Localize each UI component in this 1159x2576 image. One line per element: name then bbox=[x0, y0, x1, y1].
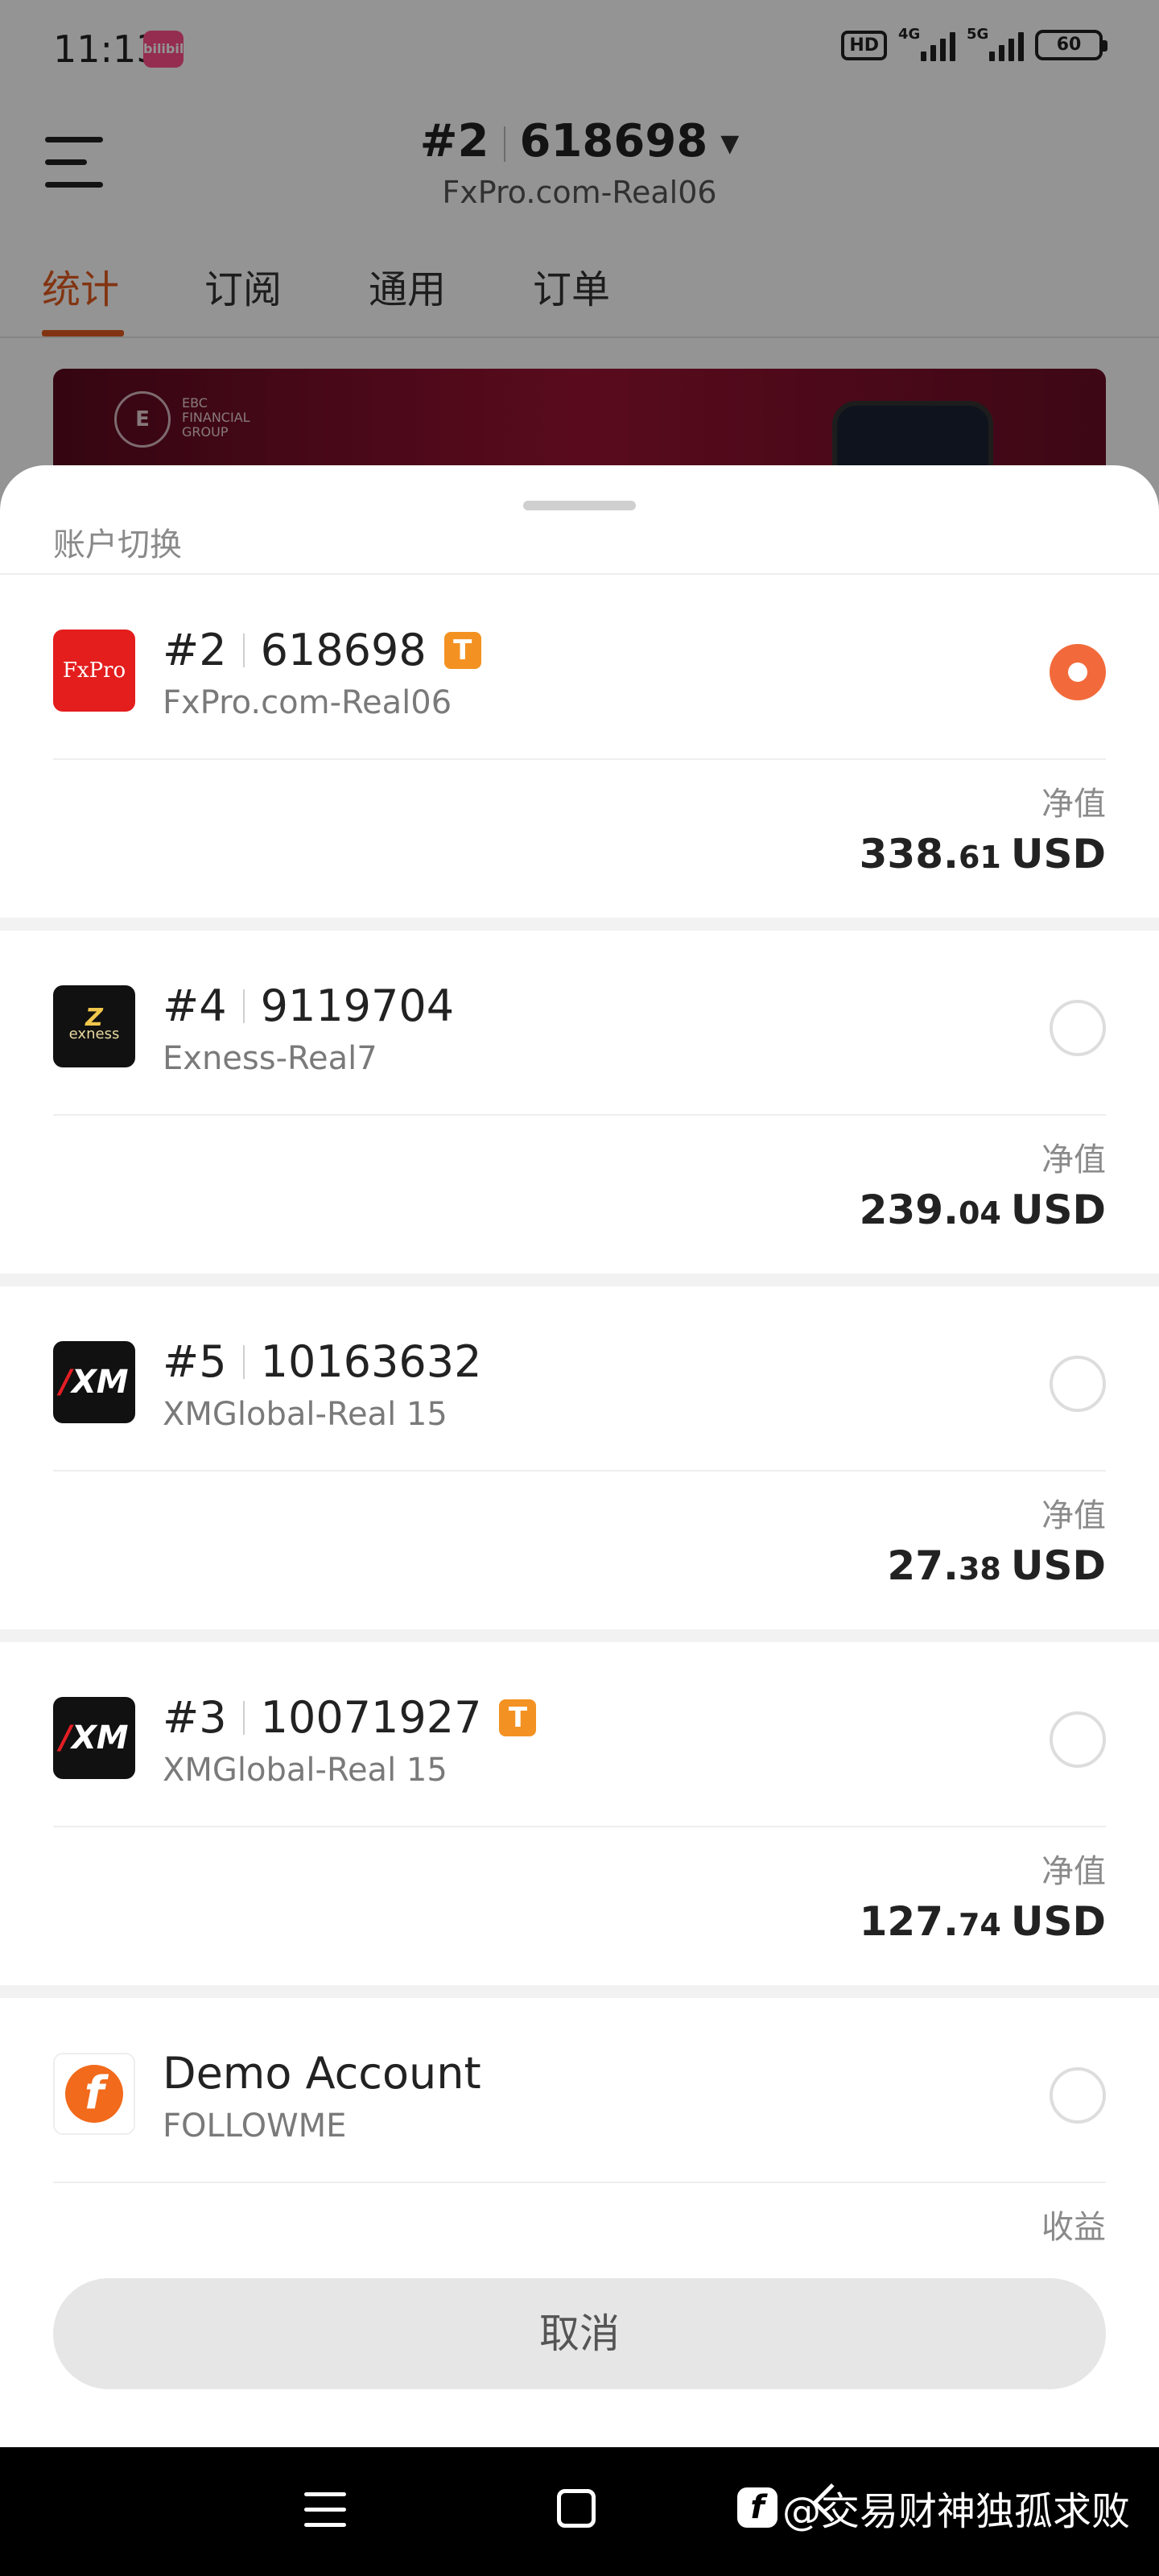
divider bbox=[53, 1470, 1106, 1472]
cancel-button[interactable]: 取消 bbox=[53, 2278, 1106, 2389]
account-radio[interactable] bbox=[1050, 1000, 1106, 1056]
trader-badge: T bbox=[499, 1699, 537, 1736]
trader-badge: T bbox=[443, 631, 481, 669]
metric-label: 净值 bbox=[1041, 1141, 1106, 1179]
account-radio[interactable] bbox=[1050, 1356, 1106, 1412]
exness-logo: Zexness bbox=[53, 985, 135, 1067]
sheet-title: 账户切换 bbox=[53, 526, 182, 564]
account-switch-sheet: 账户切换 FxPro #2 618698 T FxPro.com-Real06 净值… bbox=[0, 465, 1159, 2447]
divider bbox=[53, 758, 1106, 760]
divider bbox=[53, 1826, 1106, 1827]
equity-value: 27.38 USD bbox=[887, 1542, 1106, 1589]
account-item[interactable]: FxPro #2 618698 T FxPro.com-Real06 净值 338.… bbox=[0, 575, 1159, 932]
equity-value: 338.61 USD bbox=[859, 831, 1106, 877]
account-server: FxPro.com-Real06 bbox=[163, 684, 452, 721]
home-icon[interactable] bbox=[557, 2489, 596, 2528]
account-server: XMGlobal-Real 15 bbox=[163, 1396, 448, 1433]
followme-logo: f bbox=[53, 2053, 135, 2135]
equity-value: 127.74 USD bbox=[859, 1898, 1106, 1945]
xm-logo: / XM bbox=[53, 1341, 135, 1423]
account-server: XMGlobal-Real 15 bbox=[163, 1752, 448, 1789]
account-index: #4 bbox=[163, 980, 227, 1031]
account-server: FOLLOWME bbox=[163, 2107, 347, 2145]
metric-label: 净值 bbox=[1041, 1497, 1106, 1534]
account-title: #5 10163632 bbox=[163, 1336, 481, 1387]
account-title: #4 9119704 bbox=[163, 980, 454, 1031]
system-nav-bar: f @交易财神独孤求败 bbox=[0, 2447, 1159, 2576]
account-radio[interactable] bbox=[1050, 1711, 1106, 1768]
section-gap bbox=[0, 1985, 1159, 1998]
account-radio-selected[interactable] bbox=[1050, 644, 1106, 700]
section-gap bbox=[0, 918, 1159, 931]
fxpro-logo: FxPro bbox=[53, 630, 135, 712]
watermark: f @交易财神独孤求败 bbox=[737, 2479, 1130, 2536]
account-number: 9119704 bbox=[260, 980, 455, 1031]
xm-logo: / XM bbox=[53, 1697, 135, 1779]
account-title: #3 10071927 T bbox=[163, 1692, 537, 1743]
account-number: 10071927 bbox=[260, 1692, 482, 1743]
metric-label: 净值 bbox=[1041, 1853, 1106, 1890]
divider bbox=[53, 2182, 1106, 2183]
account-number: 618698 bbox=[260, 625, 427, 675]
recent-apps-icon[interactable] bbox=[304, 2492, 346, 2528]
account-server: Exness-Real7 bbox=[163, 1040, 377, 1077]
section-gap bbox=[0, 1274, 1159, 1286]
section-gap bbox=[0, 1629, 1159, 1642]
equity-value: 239.04 USD bbox=[859, 1187, 1106, 1233]
drag-handle[interactable] bbox=[523, 501, 636, 510]
account-item[interactable]: Zexness #4 9119704 Exness-Real7 净值 239.04… bbox=[0, 931, 1159, 1288]
account-item[interactable]: / XM #5 10163632 XMGlobal-Real 15 净值 27.38… bbox=[0, 1286, 1159, 1644]
facebook-logo-icon: f bbox=[737, 2487, 777, 2528]
account-index: #2 bbox=[163, 625, 227, 675]
metric-label: 净值 bbox=[1041, 786, 1106, 823]
account-title: #2 618698 T bbox=[163, 625, 481, 675]
divider bbox=[53, 1114, 1106, 1116]
account-index: #3 bbox=[163, 1692, 227, 1743]
account-radio[interactable] bbox=[1050, 2067, 1106, 2124]
account-item[interactable]: / XM #3 10071927 T XMGlobal-Real 15 净值 127.… bbox=[0, 1642, 1159, 2000]
account-index: #5 bbox=[163, 1336, 227, 1387]
watermark-text: @交易财神独孤求败 bbox=[782, 2489, 1131, 2534]
account-number: 10163632 bbox=[260, 1336, 482, 1387]
metric-label: 收益 bbox=[1041, 2209, 1106, 2246]
account-title: Demo Account bbox=[163, 2048, 481, 2099]
